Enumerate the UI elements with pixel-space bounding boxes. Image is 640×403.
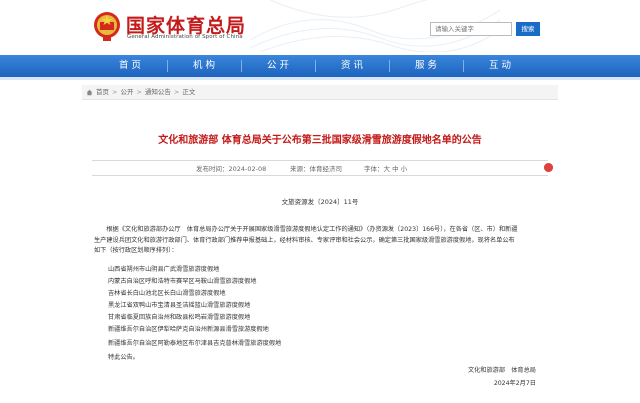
article-body: 根据《文化和旅游部办公厅 体育总局办公厅关于开展国家级滑雪旅游度假地认定工作的通… bbox=[94, 225, 548, 257]
destination-item: 山西省朔州市山阴县广武滑雪旅游度假地 bbox=[108, 266, 220, 273]
nav-item-public[interactable]: 公 开 bbox=[243, 55, 313, 77]
destination-item: 吉林省长白山池北区长白山滑雪旅游度假地 bbox=[108, 290, 226, 297]
nav-underline bbox=[0, 77, 640, 80]
font-size-selector[interactable]: 字体：大 中 小 bbox=[364, 162, 407, 176]
other-share-icon[interactable] bbox=[544, 163, 553, 172]
site-header: 国家体育总局 General Administration of Sport o… bbox=[0, 0, 640, 52]
breadcrumb-separator: > bbox=[136, 88, 142, 96]
sign-date: 2024年2月7日 bbox=[493, 380, 536, 387]
body-paragraph-line: 根据《文化和旅游部办公厅 体育总局办公厅关于开展国家级滑雪旅游度假地认定工作的通… bbox=[94, 226, 518, 233]
nav-divider bbox=[463, 60, 464, 72]
national-emblem-logo[interactable] bbox=[92, 10, 122, 42]
destination-item: 内蒙古自治区呼和浩特市赛罕区马鞍山滑雪旅游度假地 bbox=[108, 278, 257, 285]
nav-item-service[interactable]: 服 务 bbox=[391, 55, 461, 77]
article-title: 文化和旅游部 体育总局关于公布第三批国家级滑雪旅游度假地名单的公告 bbox=[158, 135, 482, 146]
breadcrumb-separator: > bbox=[112, 88, 118, 96]
search-button[interactable]: 搜索 bbox=[516, 22, 540, 36]
destination-item: 黑龙江省双鸭山市宝清县圣洁摇篮山滑雪旅游度假地 bbox=[108, 302, 251, 309]
closing-remark: 特此公告。 bbox=[108, 354, 139, 361]
nav-divider bbox=[241, 60, 242, 72]
document-number: 文旅资源发〔2024〕11号 bbox=[281, 198, 359, 206]
nav-item-home[interactable]: 首 页 bbox=[95, 55, 165, 77]
nav-item-news[interactable]: 资 讯 bbox=[317, 55, 387, 77]
breadcrumb-notices[interactable]: 通知公告 bbox=[145, 88, 171, 96]
article-meta: 发布时间：2024-02-08 来源：体育经济司 字体：大 中 小 bbox=[92, 160, 553, 176]
signatories: 文化和旅游部 体育总局 bbox=[467, 367, 536, 374]
article-source: 来源：体育经济司 bbox=[290, 165, 342, 173]
destination-item: 新疆维吾尔自治区阿勒泰地区布尔津县吉克普林滑雪旅游度假地 bbox=[108, 340, 282, 347]
home-icon bbox=[86, 89, 93, 96]
site-subtitle: General Administration of Sport of China bbox=[127, 34, 243, 40]
search-input[interactable] bbox=[430, 22, 512, 36]
body-paragraph-line: 生产建设兵团文化和旅游行政部门、体育行政部门推荐申报基础上，经材料审核、专家评审… bbox=[94, 236, 515, 244]
breadcrumb-current: 正文 bbox=[182, 88, 196, 96]
destination-item: 新疆维吾尔自治区伊犁哈萨克自治州新源县滑雪旅游度假地 bbox=[108, 326, 269, 333]
destination-item: 甘肃省临夏回族自治州和政县松鸣岩滑雪旅游度假地 bbox=[108, 314, 251, 321]
main-nav: 首 页 机 构 公 开 资 讯 服 务 互 动 bbox=[0, 55, 640, 77]
body-paragraph-line: 如下（按行政区划顺序排列）： bbox=[94, 247, 178, 254]
nav-item-institutions[interactable]: 机 构 bbox=[169, 55, 239, 77]
nav-divider bbox=[167, 60, 168, 72]
nav-divider bbox=[315, 60, 316, 72]
breadcrumb-public[interactable]: 公开 bbox=[120, 88, 133, 96]
publish-time: 发布时间：2024-02-08 bbox=[196, 165, 267, 173]
nav-item-interaction[interactable]: 互 动 bbox=[465, 55, 535, 77]
breadcrumb: 首页 > 公开 > 通知公告 > 正文 bbox=[82, 85, 558, 100]
breadcrumb-separator: > bbox=[173, 88, 180, 96]
breadcrumb-home[interactable]: 首页 bbox=[96, 88, 109, 96]
nav-divider bbox=[389, 60, 390, 72]
